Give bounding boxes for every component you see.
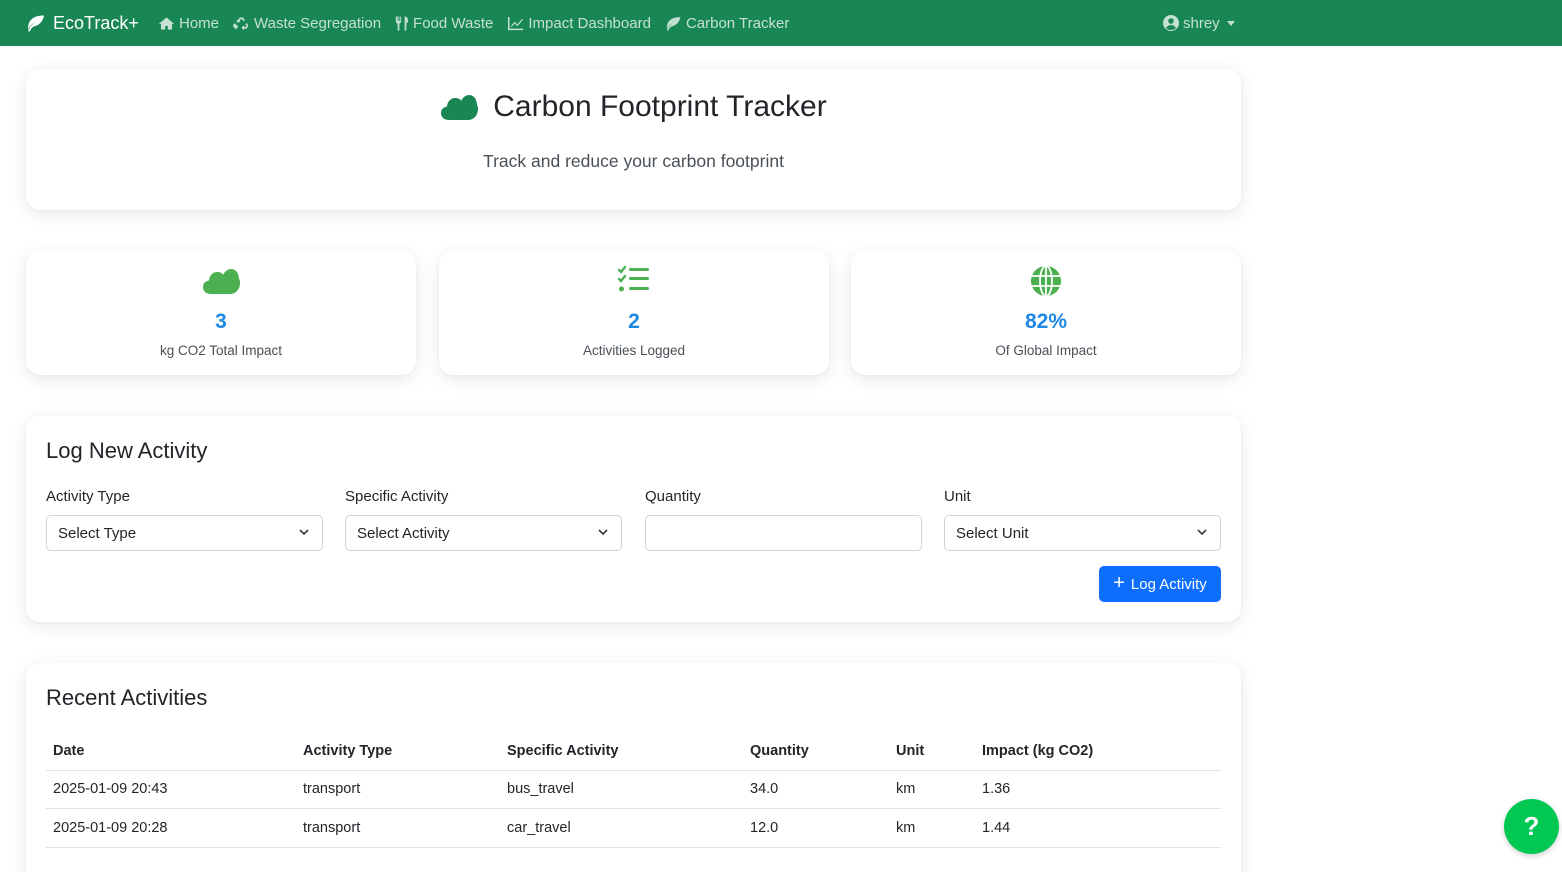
nav-carbon-tracker[interactable]: Carbon Tracker [665, 15, 789, 32]
chevron-down-icon [1197, 529, 1207, 536]
stat-value: 3 [215, 310, 227, 333]
nav-impact-dashboard-label: Impact Dashboard [528, 14, 651, 32]
stat-card-total-impact: 3 kg CO2 Total Impact [26, 251, 416, 375]
cell-activity-type: transport [303, 820, 361, 836]
nav-waste-segregation[interactable]: Waste Segregation [233, 15, 381, 32]
plus-icon: + [1113, 571, 1125, 594]
column-header-activity-type: Activity Type [303, 743, 393, 759]
stat-label: Activities Logged [582, 343, 686, 358]
column-header-specific-activity: Specific Activity [507, 743, 619, 759]
chevron-down-icon [299, 529, 309, 536]
user-circle-icon [1163, 15, 1179, 31]
specific-activity-value: Select Activity [357, 524, 450, 542]
navbar: EcoTrack+ Home Waste Segregation Food Wa… [0, 0, 1562, 46]
leaf-icon [666, 16, 681, 31]
recent-activities-card [26, 663, 1241, 872]
leaf-icon [28, 15, 45, 32]
nav-links: Home Waste Segregation Food Waste Impact… [158, 0, 803, 46]
cell-activity-type: transport [303, 781, 361, 797]
log-activity-button[interactable]: + Log Activity [1099, 566, 1221, 602]
cell-specific-activity: bus_travel [507, 781, 574, 797]
unit-value: Select Unit [956, 524, 1029, 542]
username: shrey [1183, 14, 1220, 32]
nav-food-waste-label: Food Waste [413, 14, 494, 32]
row-divider [46, 847, 1221, 848]
nav-food-waste[interactable]: Food Waste [395, 15, 493, 32]
cell-date: 2025-01-09 20:28 [53, 820, 168, 836]
unit-select[interactable]: Select Unit [944, 515, 1221, 551]
tasks-icon [617, 265, 649, 292]
brand[interactable]: EcoTrack+ [26, 0, 139, 46]
help-button[interactable]: ? [1504, 799, 1559, 854]
stat-label: Of Global Impact [995, 343, 1097, 358]
specific-activity-select[interactable]: Select Activity [345, 515, 622, 551]
home-icon [158, 17, 175, 29]
table-header-divider [46, 770, 1221, 771]
nav-carbon-tracker-label: Carbon Tracker [685, 14, 790, 32]
cell-quantity: 34.0 [750, 781, 779, 797]
brand-name: EcoTrack+ [53, 12, 139, 33]
row-divider [46, 808, 1221, 809]
stat-card-activities-logged: 2 Activities Logged [439, 251, 829, 375]
column-header-quantity: Quantity [750, 743, 809, 759]
page-title: Carbon Footprint Tracker [0, 90, 1267, 124]
stat-card-global-impact: 82% Of Global Impact [851, 251, 1241, 375]
cloud-icon [441, 95, 479, 120]
cell-date: 2025-01-09 20:43 [53, 781, 168, 797]
page-title-text: Carbon Footprint Tracker [493, 90, 827, 123]
cell-impact: 1.44 [982, 820, 1011, 836]
stat-value: 82% [1024, 310, 1068, 333]
recycle-icon [233, 17, 249, 30]
chart-line-icon [508, 16, 524, 30]
user-dropdown[interactable]: shrey [1163, 0, 1235, 46]
quantity-label: Quantity [645, 488, 701, 505]
activity-type-select[interactable]: Select Type [46, 515, 323, 551]
cell-unit: km [896, 820, 916, 836]
stat-label: kg CO2 Total Impact [159, 343, 283, 358]
nav-impact-dashboard[interactable]: Impact Dashboard [507, 15, 651, 32]
unit-label: Unit [944, 488, 971, 505]
globe-icon [1031, 265, 1061, 297]
nav-home-label: Home [179, 14, 220, 32]
page-subtitle: Track and reduce your carbon footprint [483, 151, 784, 171]
chevron-down-icon [598, 529, 608, 536]
log-activity-button-label: Log Activity [1130, 575, 1207, 593]
cloud-icon [203, 269, 240, 294]
question-icon: ? [1523, 811, 1540, 841]
log-activity-title: Log New Activity [46, 438, 208, 463]
chevron-down-icon [1226, 20, 1235, 26]
cell-unit: km [896, 781, 916, 797]
cell-specific-activity: car_travel [507, 820, 571, 836]
specific-activity-label: Specific Activity [345, 488, 449, 505]
activity-type-label: Activity Type [46, 488, 130, 505]
recent-activities-title: Recent Activities [46, 685, 208, 710]
activity-type-value: Select Type [58, 524, 137, 542]
column-header-date: Date [53, 743, 85, 759]
quantity-input[interactable] [645, 515, 922, 551]
cell-impact: 1.36 [982, 781, 1011, 797]
nav-waste-segregation-label: Waste Segregation [254, 14, 382, 32]
column-header-impact: Impact (kg CO2) [982, 743, 1094, 759]
utensils-icon [395, 16, 409, 30]
column-header-unit: Unit [896, 743, 925, 759]
stat-value: 2 [628, 310, 640, 333]
nav-home[interactable]: Home [158, 15, 219, 32]
cell-quantity: 12.0 [750, 820, 779, 836]
